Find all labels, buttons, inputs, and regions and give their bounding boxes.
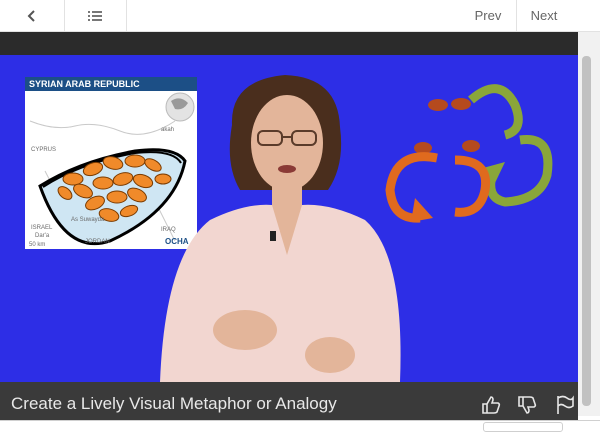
thumbs-up-icon[interactable] xyxy=(480,394,502,416)
player-top-strip xyxy=(0,32,578,55)
back-button[interactable] xyxy=(0,0,65,31)
scrollbar-thumb[interactable] xyxy=(582,56,591,406)
top-nav-bar: Prev Next xyxy=(0,0,600,32)
video-caption-bar: Create a Lively Visual Metaphor or Analo… xyxy=(0,382,578,420)
chevron-left-icon xyxy=(27,9,35,22)
video-player[interactable]: SYRIAN ARAB REPUBLIC CYPRUS IRAQ ISRAEL … xyxy=(0,55,578,382)
bottom-control[interactable] xyxy=(483,422,563,432)
list-icon xyxy=(88,10,102,21)
video-title: Create a Lively Visual Metaphor or Analo… xyxy=(11,394,337,413)
thumbs-down-icon[interactable] xyxy=(516,394,538,416)
flag-icon[interactable] xyxy=(554,394,576,416)
next-button[interactable]: Next xyxy=(516,0,572,31)
lesson-list-button[interactable] xyxy=(64,0,127,31)
prev-button[interactable]: Prev xyxy=(460,0,517,31)
metaphor-arrows-graphic xyxy=(385,84,553,223)
